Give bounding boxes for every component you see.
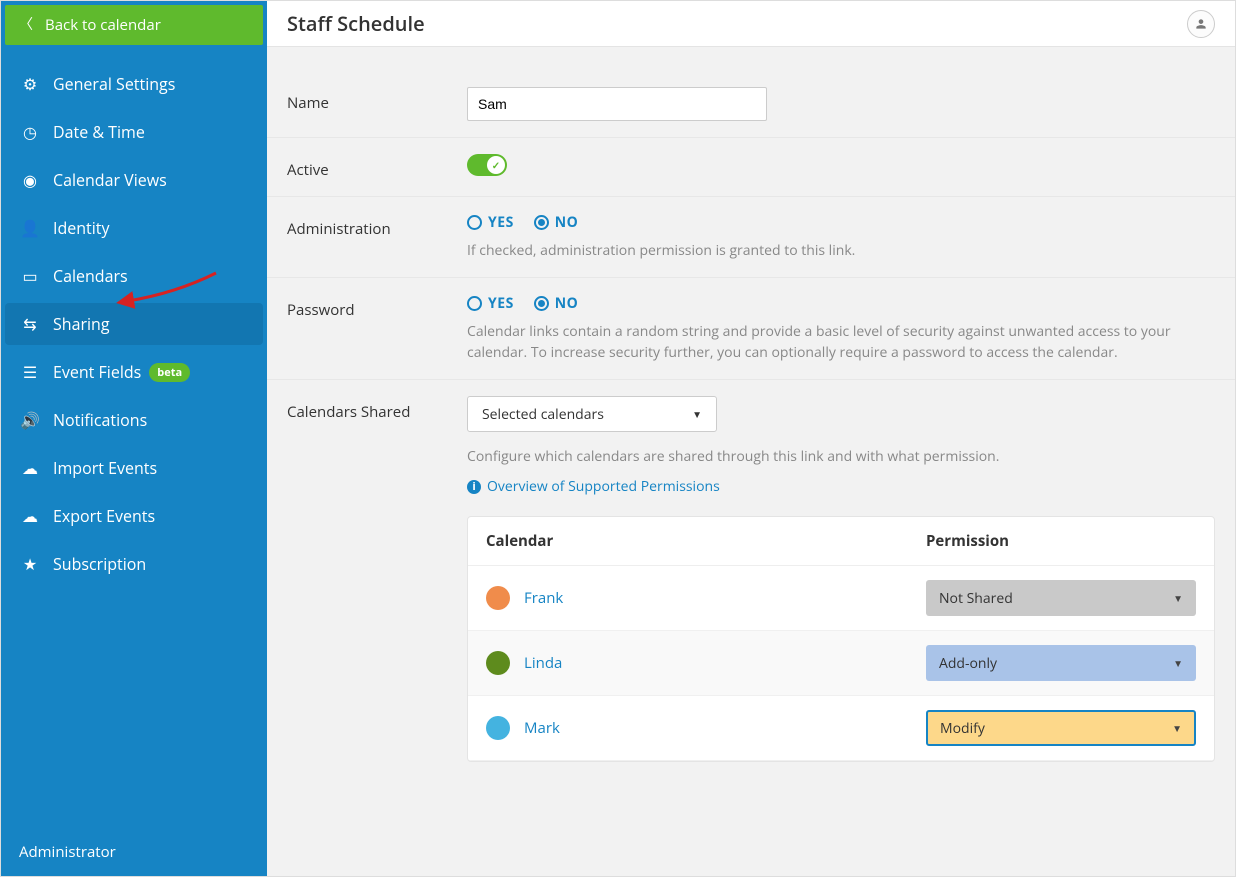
sidebar-item-label: General Settings (53, 73, 175, 95)
caret-down-icon: ▼ (692, 407, 702, 421)
star-icon: ★ (19, 553, 41, 575)
sidebar-item-label: Sharing (53, 313, 110, 335)
calendar-name-link[interactable]: Linda (524, 653, 562, 673)
main: Staff Schedule Name Active (267, 1, 1235, 876)
eye-icon: ◉ (19, 169, 41, 191)
sidebar-item-date-time[interactable]: ◷ Date & Time (5, 111, 263, 153)
beta-badge: beta (149, 363, 190, 382)
admin-no-radio[interactable]: NO (534, 213, 579, 232)
sound-icon: 🔊 (19, 409, 41, 431)
clock-icon: ◷ (19, 121, 41, 143)
list-icon: ☰ (19, 361, 41, 383)
user-avatar[interactable] (1187, 10, 1215, 38)
admin-yes-radio[interactable]: YES (467, 213, 514, 232)
sidebar-footer: Administrator (1, 828, 267, 876)
sidebar-item-label: Export Events (53, 505, 155, 527)
permissions-overview-link[interactable]: i Overview of Supported Permissions (467, 477, 720, 496)
calendar-icon: ▭ (19, 265, 41, 287)
calendars-shared-label: Calendars Shared (287, 396, 467, 762)
password-help-text: Calendar links contain a random string a… (467, 321, 1215, 363)
permission-select[interactable]: Modify▼ (926, 710, 1196, 746)
cloud-up-icon: ☁ (19, 457, 41, 479)
sidebar-item-event-fields[interactable]: ☰ Event Fields beta (5, 351, 263, 393)
back-label: Back to calendar (45, 15, 161, 35)
sidebar-item-calendars[interactable]: ▭ Calendars (5, 255, 263, 297)
name-label: Name (287, 87, 467, 121)
table-row: Frank Not Shared▼ (468, 566, 1214, 631)
sidebar-item-import-events[interactable]: ☁ Import Events (5, 447, 263, 489)
sidebar-item-label: Calendar Views (53, 169, 167, 191)
info-icon: i (467, 480, 481, 494)
table-row: Mark Modify▼ (468, 696, 1214, 761)
chevron-left-icon: 〈 (19, 18, 33, 32)
calendar-color-dot (486, 586, 510, 610)
active-toggle[interactable] (467, 154, 507, 176)
cloud-down-icon: ☁ (19, 505, 41, 527)
permission-select[interactable]: Not Shared▼ (926, 580, 1196, 616)
password-label: Password (287, 294, 467, 363)
gear-icon: ⚙ (19, 73, 41, 95)
caret-down-icon: ▼ (1173, 656, 1183, 670)
administration-label: Administration (287, 213, 467, 261)
calendar-name-link[interactable]: Frank (524, 588, 563, 608)
calendar-color-dot (486, 651, 510, 675)
sidebar-item-general-settings[interactable]: ⚙ General Settings (5, 63, 263, 105)
name-input[interactable] (467, 87, 767, 121)
calendars-table: Calendar Permission Frank Not Shared▼ Lind… (467, 516, 1215, 762)
sidebar-item-label: Subscription (53, 553, 146, 575)
sidebar-item-label: Import Events (53, 457, 157, 479)
sidebar-item-calendar-views[interactable]: ◉ Calendar Views (5, 159, 263, 201)
table-row: Linda Add-only▼ (468, 631, 1214, 696)
password-yes-radio[interactable]: YES (467, 294, 514, 313)
sidebar-item-identity[interactable]: 👤 Identity (5, 207, 263, 249)
sidebar-item-notifications[interactable]: 🔊 Notifications (5, 399, 263, 441)
sidebar-item-label: Calendars (53, 265, 128, 287)
caret-down-icon: ▼ (1173, 591, 1183, 605)
password-no-radio[interactable]: NO (534, 294, 579, 313)
topbar: Staff Schedule (267, 1, 1235, 47)
active-label: Active (287, 154, 467, 180)
sidebar-item-label: Identity (53, 217, 110, 239)
permission-select[interactable]: Add-only▼ (926, 645, 1196, 681)
person-icon: 👤 (19, 217, 41, 239)
caret-down-icon: ▼ (1172, 721, 1182, 735)
sidebar: 〈 Back to calendar ⚙ General Settings ◷ Dat… (1, 1, 267, 876)
sidebar-item-export-events[interactable]: ☁ Export Events (5, 495, 263, 537)
sidebar-item-label: Notifications (53, 409, 147, 431)
back-to-calendar-button[interactable]: 〈 Back to calendar (5, 5, 263, 45)
sidebar-item-subscription[interactable]: ★ Subscription (5, 543, 263, 585)
shared-help-text: Configure which calendars are shared thr… (467, 446, 1215, 467)
sidebar-item-sharing[interactable]: ⇆ Sharing (5, 303, 263, 345)
admin-help-text: If checked, administration permission is… (467, 240, 1215, 261)
page-title: Staff Schedule (287, 10, 425, 37)
share-icon: ⇆ (19, 313, 41, 335)
sidebar-item-label: Event Fields (53, 361, 141, 383)
calendar-color-dot (486, 716, 510, 740)
sidebar-item-label: Date & Time (53, 121, 145, 143)
calendars-shared-select[interactable]: Selected calendars ▼ (467, 396, 717, 432)
table-header-calendar: Calendar (486, 531, 926, 551)
table-header-permission: Permission (926, 531, 1196, 551)
calendar-name-link[interactable]: Mark (524, 718, 560, 738)
